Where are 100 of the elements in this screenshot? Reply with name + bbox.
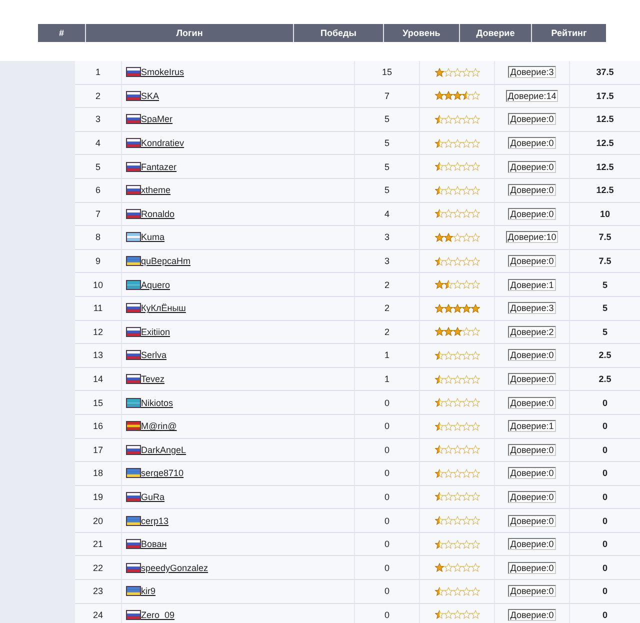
player-link[interactable]: Nikiotos bbox=[141, 398, 174, 408]
player-link[interactable]: Вован bbox=[141, 539, 167, 550]
rank-number: 4 bbox=[95, 138, 100, 148]
wins-count: 0 bbox=[384, 421, 390, 432]
player-link[interactable]: cerp13 bbox=[141, 516, 169, 526]
trust-label: Доверие:0 bbox=[508, 608, 556, 621]
star-icon bbox=[470, 68, 480, 77]
trust-label: Доверие:0 bbox=[508, 444, 556, 456]
star-icon bbox=[444, 422, 452, 431]
star-icon bbox=[434, 186, 444, 195]
star-icon bbox=[444, 186, 452, 195]
star-icon bbox=[470, 610, 480, 620]
star-icon bbox=[444, 445, 452, 454]
player-link[interactable]: serge8710 bbox=[141, 468, 184, 478]
star-icon bbox=[434, 232, 444, 242]
wins-count: 0 bbox=[384, 492, 390, 502]
star-icon bbox=[470, 91, 480, 100]
star-icon bbox=[462, 516, 470, 526]
player-link[interactable]: Fantazer bbox=[141, 162, 177, 172]
player-link[interactable]: Kuma bbox=[141, 232, 165, 242]
player-link[interactable]: xtheme bbox=[141, 185, 171, 196]
star-icon bbox=[444, 374, 452, 384]
star-icon bbox=[470, 422, 480, 431]
star-icon bbox=[462, 610, 470, 620]
player-link[interactable]: quBepcaHm bbox=[141, 256, 191, 266]
column-header: Уровень bbox=[384, 24, 460, 42]
trust-label: Доверие:0 bbox=[508, 562, 556, 574]
star-icon bbox=[462, 586, 470, 596]
star-icon bbox=[462, 350, 470, 360]
player-link[interactable]: Exitiion bbox=[141, 326, 170, 337]
player-link[interactable]: DarkAngeL bbox=[141, 444, 186, 455]
star-icon bbox=[462, 91, 470, 100]
star-icon bbox=[452, 209, 462, 218]
column-header: # bbox=[38, 24, 86, 42]
star-icon bbox=[434, 492, 444, 502]
star-icon bbox=[444, 138, 452, 148]
star-icon bbox=[452, 610, 462, 620]
rank-number: 10 bbox=[92, 280, 103, 290]
column-header: Рейтинг bbox=[532, 24, 606, 42]
rank-number: 3 bbox=[95, 114, 100, 124]
star-icon bbox=[462, 304, 470, 313]
rating-value: 0 bbox=[602, 398, 608, 408]
rank-number: 21 bbox=[92, 539, 103, 550]
star-icon bbox=[434, 209, 444, 218]
wins-count: 0 bbox=[384, 516, 390, 526]
trust-label: Доверие:0 bbox=[508, 208, 556, 220]
player-link[interactable]: КуКлЁныш bbox=[141, 303, 186, 314]
player-link[interactable]: Tevez bbox=[141, 374, 165, 384]
star-icon bbox=[452, 350, 462, 360]
player-link[interactable]: speedyGonzalez bbox=[141, 562, 208, 573]
player-link[interactable]: GuRa bbox=[141, 492, 165, 502]
player-link[interactable]: Aquero bbox=[141, 280, 170, 290]
rank-number: 24 bbox=[92, 610, 103, 620]
star-icon bbox=[434, 374, 444, 384]
trust-label: Доверие:2 bbox=[508, 326, 556, 338]
wins-count: 5 bbox=[384, 138, 390, 148]
star-icon bbox=[470, 540, 480, 549]
star-icon bbox=[452, 186, 462, 195]
star-icon bbox=[434, 304, 444, 313]
star-icon bbox=[462, 398, 470, 408]
star-icon bbox=[444, 563, 452, 572]
star-icon bbox=[462, 162, 470, 172]
star-icon bbox=[452, 563, 462, 572]
player-link[interactable]: SpaMer bbox=[141, 114, 173, 124]
wins-count: 3 bbox=[384, 232, 390, 242]
star-icon bbox=[470, 350, 480, 360]
player-link[interactable]: Kondratiev bbox=[141, 138, 184, 148]
star-icon bbox=[462, 209, 470, 218]
rank-number: 11 bbox=[93, 303, 103, 314]
star-icon bbox=[444, 468, 452, 478]
star-icon bbox=[444, 327, 452, 336]
player-link[interactable]: Ronaldo bbox=[141, 208, 175, 219]
player-link[interactable]: Zero_09 bbox=[141, 610, 175, 620]
rank-number: 15 bbox=[92, 398, 103, 408]
player-link[interactable]: Serlva bbox=[141, 350, 167, 360]
trust-label: Доверие:3 bbox=[508, 66, 556, 78]
rating-value: 5 bbox=[602, 303, 608, 314]
star-icon bbox=[470, 162, 480, 172]
trust-label: Доверие:0 bbox=[508, 373, 556, 386]
wins-count: 0 bbox=[384, 398, 390, 408]
trust-label: Доверие:0 bbox=[508, 490, 556, 503]
star-icon bbox=[462, 492, 470, 502]
column-header: Победы bbox=[294, 24, 384, 42]
star-icon bbox=[444, 256, 452, 266]
trust-label: Доверие:0 bbox=[508, 255, 556, 268]
star-icon bbox=[434, 280, 444, 290]
trust-label: Доверие:0 bbox=[508, 585, 556, 598]
star-icon bbox=[470, 327, 480, 336]
player-link[interactable]: M@rin@ bbox=[141, 421, 177, 432]
rating-value: 0 bbox=[602, 468, 608, 478]
wins-count: 0 bbox=[384, 610, 390, 620]
trust-label: Доверие:0 bbox=[508, 160, 556, 173]
star-icon bbox=[462, 256, 470, 266]
wins-count: 5 bbox=[384, 185, 390, 196]
player-link[interactable]: SmokeIrus bbox=[141, 67, 184, 78]
rating-value: 0 bbox=[602, 610, 608, 620]
player-link[interactable]: SKA bbox=[141, 90, 160, 101]
star-icon bbox=[470, 398, 480, 408]
player-link[interactable]: kir9 bbox=[141, 586, 156, 596]
star-icon bbox=[452, 304, 462, 313]
